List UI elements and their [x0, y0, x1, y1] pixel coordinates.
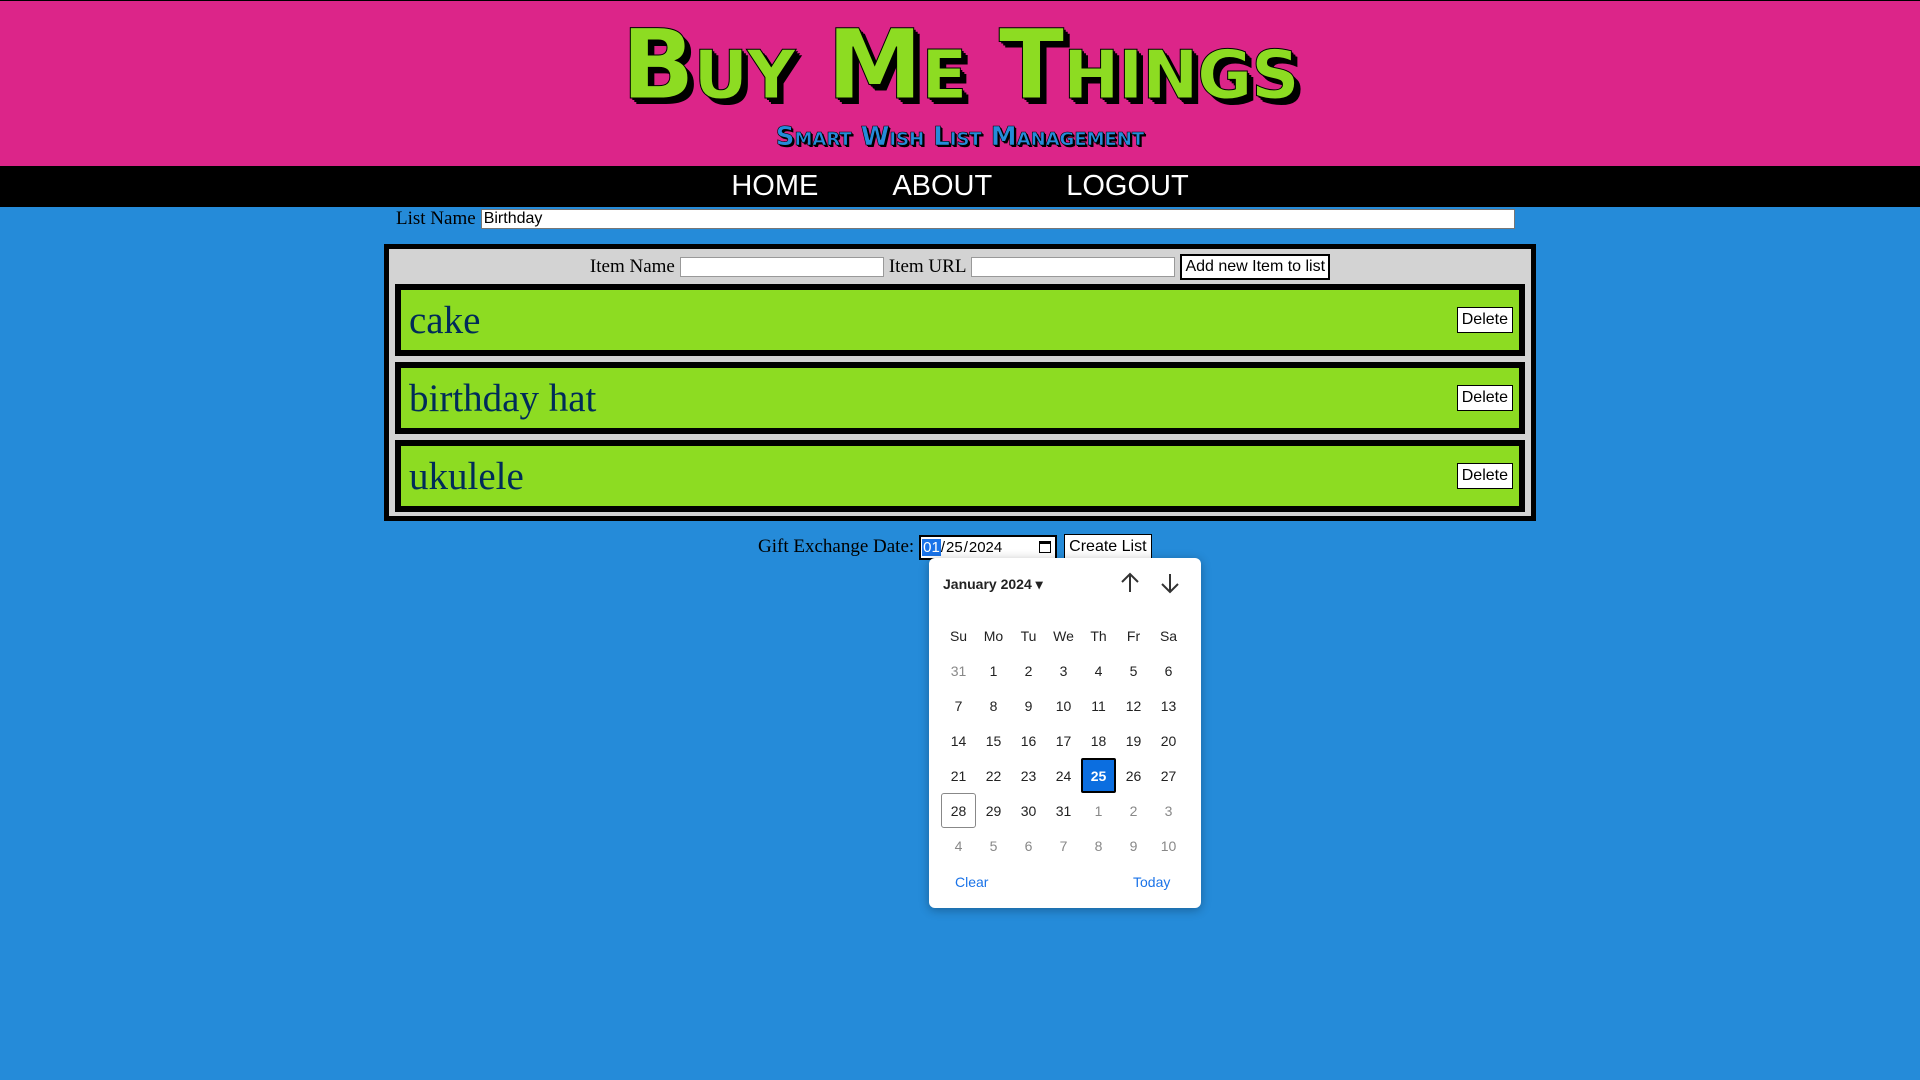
- item-url-input[interactable]: [971, 257, 1176, 277]
- calendar-day[interactable]: 14: [941, 723, 976, 758]
- exchange-date-label: Gift Exchange Date:: [758, 536, 915, 557]
- calendar-day[interactable]: 2: [1116, 793, 1151, 828]
- site-header: Buy Me Things Smart Wish List Management: [0, 0, 1920, 166]
- calendar-day[interactable]: 1: [976, 653, 1011, 688]
- exchange-date-input[interactable]: 01 / 25 / 2024: [919, 534, 1058, 560]
- date-month-segment[interactable]: 01: [922, 538, 941, 556]
- calendar-day[interactable]: 4: [941, 828, 976, 863]
- list-item-body: cake Delete: [401, 290, 1519, 350]
- list-item: ukulele Delete: [395, 440, 1525, 512]
- item-url-label: Item URL: [888, 256, 967, 277]
- calendar-day[interactable]: 31: [941, 653, 976, 688]
- site-subtitle: Smart Wish List Management: [775, 122, 1145, 153]
- calendar-day[interactable]: 3: [1151, 793, 1186, 828]
- arrow-up-icon[interactable]: [1117, 570, 1143, 596]
- calendar-day[interactable]: 30: [1011, 793, 1046, 828]
- list-name-input[interactable]: [480, 209, 1515, 229]
- caret-down-icon: ▾: [1035, 576, 1043, 592]
- list-name-row: List Name: [396, 207, 1515, 231]
- calendar-day[interactable]: 12: [1116, 688, 1151, 723]
- add-item-row: Item Name Item URL Add new Item to list: [395, 253, 1525, 281]
- calendar-day[interactable]: 7: [1046, 828, 1081, 863]
- datepicker-month-selector[interactable]: January 2024 ▾: [943, 576, 1043, 593]
- item-name-label: Item Name: [589, 256, 675, 277]
- calendar-day[interactable]: 22: [976, 758, 1011, 793]
- list-item-name: ukulele: [409, 454, 524, 498]
- site-title: Buy Me Things: [621, 9, 1300, 122]
- calendar-day[interactable]: 31: [1046, 793, 1081, 828]
- calendar-day[interactable]: 13: [1151, 688, 1186, 723]
- exchange-row: Gift Exchange Date: 01 / 25 / 2024 Creat…: [758, 533, 1152, 561]
- calendar-day[interactable]: 16: [1011, 723, 1046, 758]
- weekday-header: Fr: [1126, 627, 1141, 644]
- calendar-day[interactable]: 20: [1151, 723, 1186, 758]
- weekday-header: Th: [1090, 627, 1107, 644]
- list-item-body: birthday hat Delete: [401, 368, 1519, 428]
- calendar-day[interactable]: 7: [941, 688, 976, 723]
- calendar-day[interactable]: 10: [1046, 688, 1081, 723]
- calendar-day[interactable]: 1: [1081, 793, 1116, 828]
- calendar-day[interactable]: 29: [976, 793, 1011, 828]
- arrow-down-icon[interactable]: [1157, 570, 1183, 596]
- item-name-input[interactable]: [679, 257, 884, 277]
- calendar-day[interactable]: 6: [1011, 828, 1046, 863]
- calendar-day[interactable]: 28: [941, 793, 976, 828]
- items-panel: Item Name Item URL Add new Item to list …: [384, 244, 1536, 521]
- calendar-day[interactable]: 19: [1116, 723, 1151, 758]
- calendar-day[interactable]: 9: [1011, 688, 1046, 723]
- delete-button[interactable]: Delete: [1456, 463, 1513, 489]
- delete-button[interactable]: Delete: [1456, 385, 1513, 411]
- weekday-header: Tu: [1020, 627, 1037, 644]
- list-item: birthday hat Delete: [395, 362, 1525, 434]
- calendar-day[interactable]: 21: [941, 758, 976, 793]
- calendar-day[interactable]: 17: [1046, 723, 1081, 758]
- calendar-day[interactable]: 6: [1151, 653, 1186, 688]
- datepicker-grid: Su Mo Tu We Th Fr Sa 31 1 2 3 4 5 6 7 8 9 10 11 12 13 14 15 16 1…: [941, 618, 1187, 863]
- datepicker-month-label: January 2024: [943, 576, 1032, 592]
- calendar-day[interactable]: 5: [976, 828, 1011, 863]
- list-item-name: birthday hat: [409, 376, 597, 420]
- weekday-header: We: [1053, 627, 1074, 644]
- create-list-button[interactable]: Create List: [1064, 534, 1152, 560]
- list-name-label: List Name: [396, 208, 476, 229]
- add-item-button[interactable]: Add new Item to list: [1180, 254, 1331, 280]
- list-item-body: ukulele Delete: [401, 446, 1519, 506]
- calendar-day[interactable]: 25: [1081, 758, 1116, 793]
- weekday-header: Mo: [983, 627, 1004, 644]
- weekday-header: Sa: [1159, 627, 1178, 644]
- nav-logout-link[interactable]: LOGOUT: [1066, 166, 1188, 207]
- calendar-day[interactable]: 23: [1011, 758, 1046, 793]
- date-year-segment[interactable]: 2024: [968, 539, 1003, 556]
- calendar-day[interactable]: 3: [1046, 653, 1081, 688]
- datepicker-today-button[interactable]: Today: [1133, 874, 1170, 890]
- calendar-day[interactable]: 26: [1116, 758, 1151, 793]
- nav-home-link[interactable]: HOME: [731, 166, 818, 207]
- calendar-day[interactable]: 9: [1116, 828, 1151, 863]
- list-item: cake Delete: [395, 284, 1525, 356]
- calendar-day[interactable]: 5: [1116, 653, 1151, 688]
- calendar-day[interactable]: 27: [1151, 758, 1186, 793]
- weekday-header: Su: [949, 627, 968, 644]
- nav-about-link[interactable]: ABOUT: [892, 166, 992, 207]
- calendar-day[interactable]: 8: [976, 688, 1011, 723]
- list-item-name: cake: [409, 298, 481, 342]
- date-day-segment[interactable]: 25: [945, 539, 964, 556]
- delete-button[interactable]: Delete: [1456, 307, 1513, 333]
- items-panel-inner: Item Name Item URL Add new Item to list …: [389, 249, 1531, 516]
- calendar-day[interactable]: 8: [1081, 828, 1116, 863]
- calendar-day[interactable]: 10: [1151, 828, 1186, 863]
- datepicker-popup: January 2024 ▾ Su Mo Tu We Th Fr Sa 31 1 2 3 4 5 6 7 8 9…: [929, 558, 1201, 908]
- calendar-day[interactable]: 18: [1081, 723, 1116, 758]
- calendar-day[interactable]: 24: [1046, 758, 1081, 793]
- calendar-day[interactable]: 4: [1081, 653, 1116, 688]
- calendar-day[interactable]: 11: [1081, 688, 1116, 723]
- navbar: HOME ABOUT LOGOUT: [0, 166, 1920, 207]
- calendar-icon[interactable]: [1039, 541, 1052, 553]
- datepicker-clear-button[interactable]: Clear: [955, 874, 988, 890]
- calendar-day[interactable]: 15: [976, 723, 1011, 758]
- calendar-day[interactable]: 2: [1011, 653, 1046, 688]
